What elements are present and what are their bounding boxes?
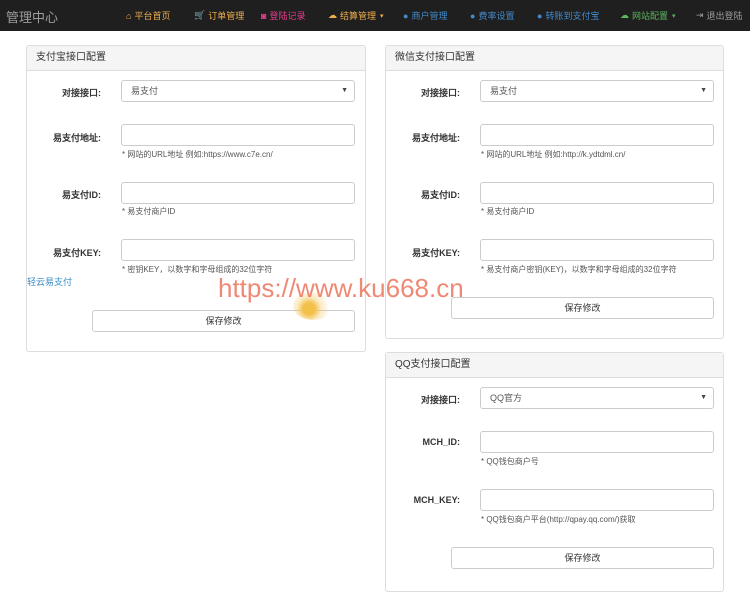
- nav-item[interactable]: ● 商户管理: [403, 9, 447, 22]
- wechat-id-help: * 易支付商户ID: [481, 207, 535, 216]
- qq-interface-select[interactable]: QQ官方 ▼: [480, 387, 714, 409]
- user-icon: ●: [403, 10, 409, 21]
- nav-item-label: 商户管理: [411, 11, 448, 21]
- cloud-icon: ☁: [620, 10, 629, 20]
- caret-down-icon: ▾: [380, 12, 384, 20]
- qq-mch-id-label: MCH_ID:: [422, 437, 461, 447]
- panel-title: QQ支付接口配置: [386, 353, 723, 378]
- wechat-key-input[interactable]: [480, 239, 714, 261]
- panel-title: 支付宝接口配置: [27, 46, 365, 71]
- nav-item-label: 转账到支付宝: [545, 11, 600, 21]
- alipay-key-input[interactable]: [121, 239, 355, 261]
- select-value: 易支付: [490, 86, 518, 96]
- alipay-id-input[interactable]: [121, 182, 355, 204]
- home-icon: ⌂: [126, 10, 132, 21]
- wechat-key-help: * 易支付商户密钥(KEY)，以数字和字母组成的32位字符: [481, 265, 677, 274]
- qq-interface-label: 对接接口:: [421, 395, 460, 405]
- alipay-id-label: 易支付ID:: [62, 190, 101, 200]
- select-arrow-icon: ▼: [700, 394, 707, 401]
- nav-item[interactable]: ☁ 网站配置 ▾: [620, 9, 676, 22]
- logout-icon: ⇥: [696, 10, 704, 20]
- wechat-id-input[interactable]: [480, 182, 714, 204]
- qq-save-button[interactable]: 保存修改: [451, 547, 714, 569]
- brand-title[interactable]: 管理中心: [6, 7, 58, 26]
- cart-icon: 🛒: [194, 10, 206, 20]
- wechat-id-label: 易支付ID:: [421, 190, 460, 200]
- nav-item-label: 平台首页: [134, 11, 171, 21]
- user-icon: ●: [470, 10, 476, 21]
- wechat-interface-label: 对接接口:: [421, 88, 460, 98]
- alipay-interface-select[interactable]: 易支付 ▼: [121, 80, 355, 102]
- qq-mch-id-input[interactable]: [480, 431, 714, 453]
- alipay-key-label: 易支付KEY:: [53, 248, 101, 258]
- wechat-url-input[interactable]: [480, 124, 714, 146]
- qq-mch-key-help: * QQ钱包商户平台(http://qpay.qq.com/)获取: [481, 515, 636, 524]
- nav-item[interactable]: 🛒 订单管理: [194, 9, 244, 22]
- nav-item[interactable]: ● 转账到支付宝: [537, 9, 599, 22]
- wechat-url-help: * 网站的URL地址 例如:http://k.ydtdml.cn/: [481, 150, 626, 159]
- caret-down-icon: ▾: [672, 12, 676, 20]
- alipay-id-help: * 易支付商户ID: [122, 207, 176, 216]
- nav-item[interactable]: ◙ 登陆记录: [261, 9, 305, 22]
- nav-item-label: 网站配置: [632, 11, 669, 21]
- wechat-interface-select[interactable]: 易支付 ▼: [480, 80, 714, 102]
- nav-item-label: 订单管理: [208, 11, 245, 21]
- camera-icon: ◙: [261, 10, 267, 21]
- nav-item[interactable]: ⌂ 平台首页: [126, 9, 170, 22]
- cloud-icon: ☁: [328, 10, 337, 20]
- nav-item-label: 退出登陆: [706, 11, 743, 21]
- alipay-url-help: * 网站的URL地址 例如:https://www.c7e.cn/: [122, 150, 273, 159]
- qq-mch-key-label: MCH_KEY:: [413, 495, 460, 505]
- nav-item[interactable]: ⇥ 退出登陆: [696, 9, 743, 22]
- user-icon: ●: [537, 10, 543, 21]
- alipay-interface-label: 对接接口:: [62, 88, 101, 98]
- nav-item-label: 费率设置: [478, 11, 515, 21]
- top-navbar: 管理中心 ⌂ 平台首页 🛒 订单管理 ◙ 登陆记录 ☁ 结算管理 ▾ ● 商户管理 ● 费率设置 ● 转账到…: [0, 0, 750, 31]
- wechat-url-label: 易支付地址:: [412, 133, 460, 143]
- external-link[interactable]: 轻云易支付: [27, 275, 72, 288]
- nav-item-label: 结算管理: [340, 11, 377, 21]
- nav-item[interactable]: ● 费率设置: [470, 9, 514, 22]
- select-value: 易支付: [131, 86, 159, 96]
- panel-title: 微信支付接口配置: [386, 46, 723, 71]
- alipay-url-label: 易支付地址:: [53, 133, 101, 143]
- alipay-url-input[interactable]: [121, 124, 355, 146]
- watermark-text: https://www.ku668.cn: [218, 273, 464, 303]
- nav-item[interactable]: ☁ 结算管理 ▾: [328, 9, 384, 22]
- qq-mch-key-input[interactable]: [480, 489, 714, 511]
- wechat-save-button[interactable]: 保存修改: [451, 297, 714, 319]
- select-arrow-icon: ▼: [700, 87, 707, 94]
- wechat-key-label: 易支付KEY:: [412, 248, 460, 258]
- select-arrow-icon: ▼: [341, 87, 348, 94]
- qq-mch-id-help: * QQ钱包商户号: [481, 457, 539, 466]
- nav-item-label: 登陆记录: [269, 11, 306, 21]
- select-value: QQ官方: [490, 393, 523, 403]
